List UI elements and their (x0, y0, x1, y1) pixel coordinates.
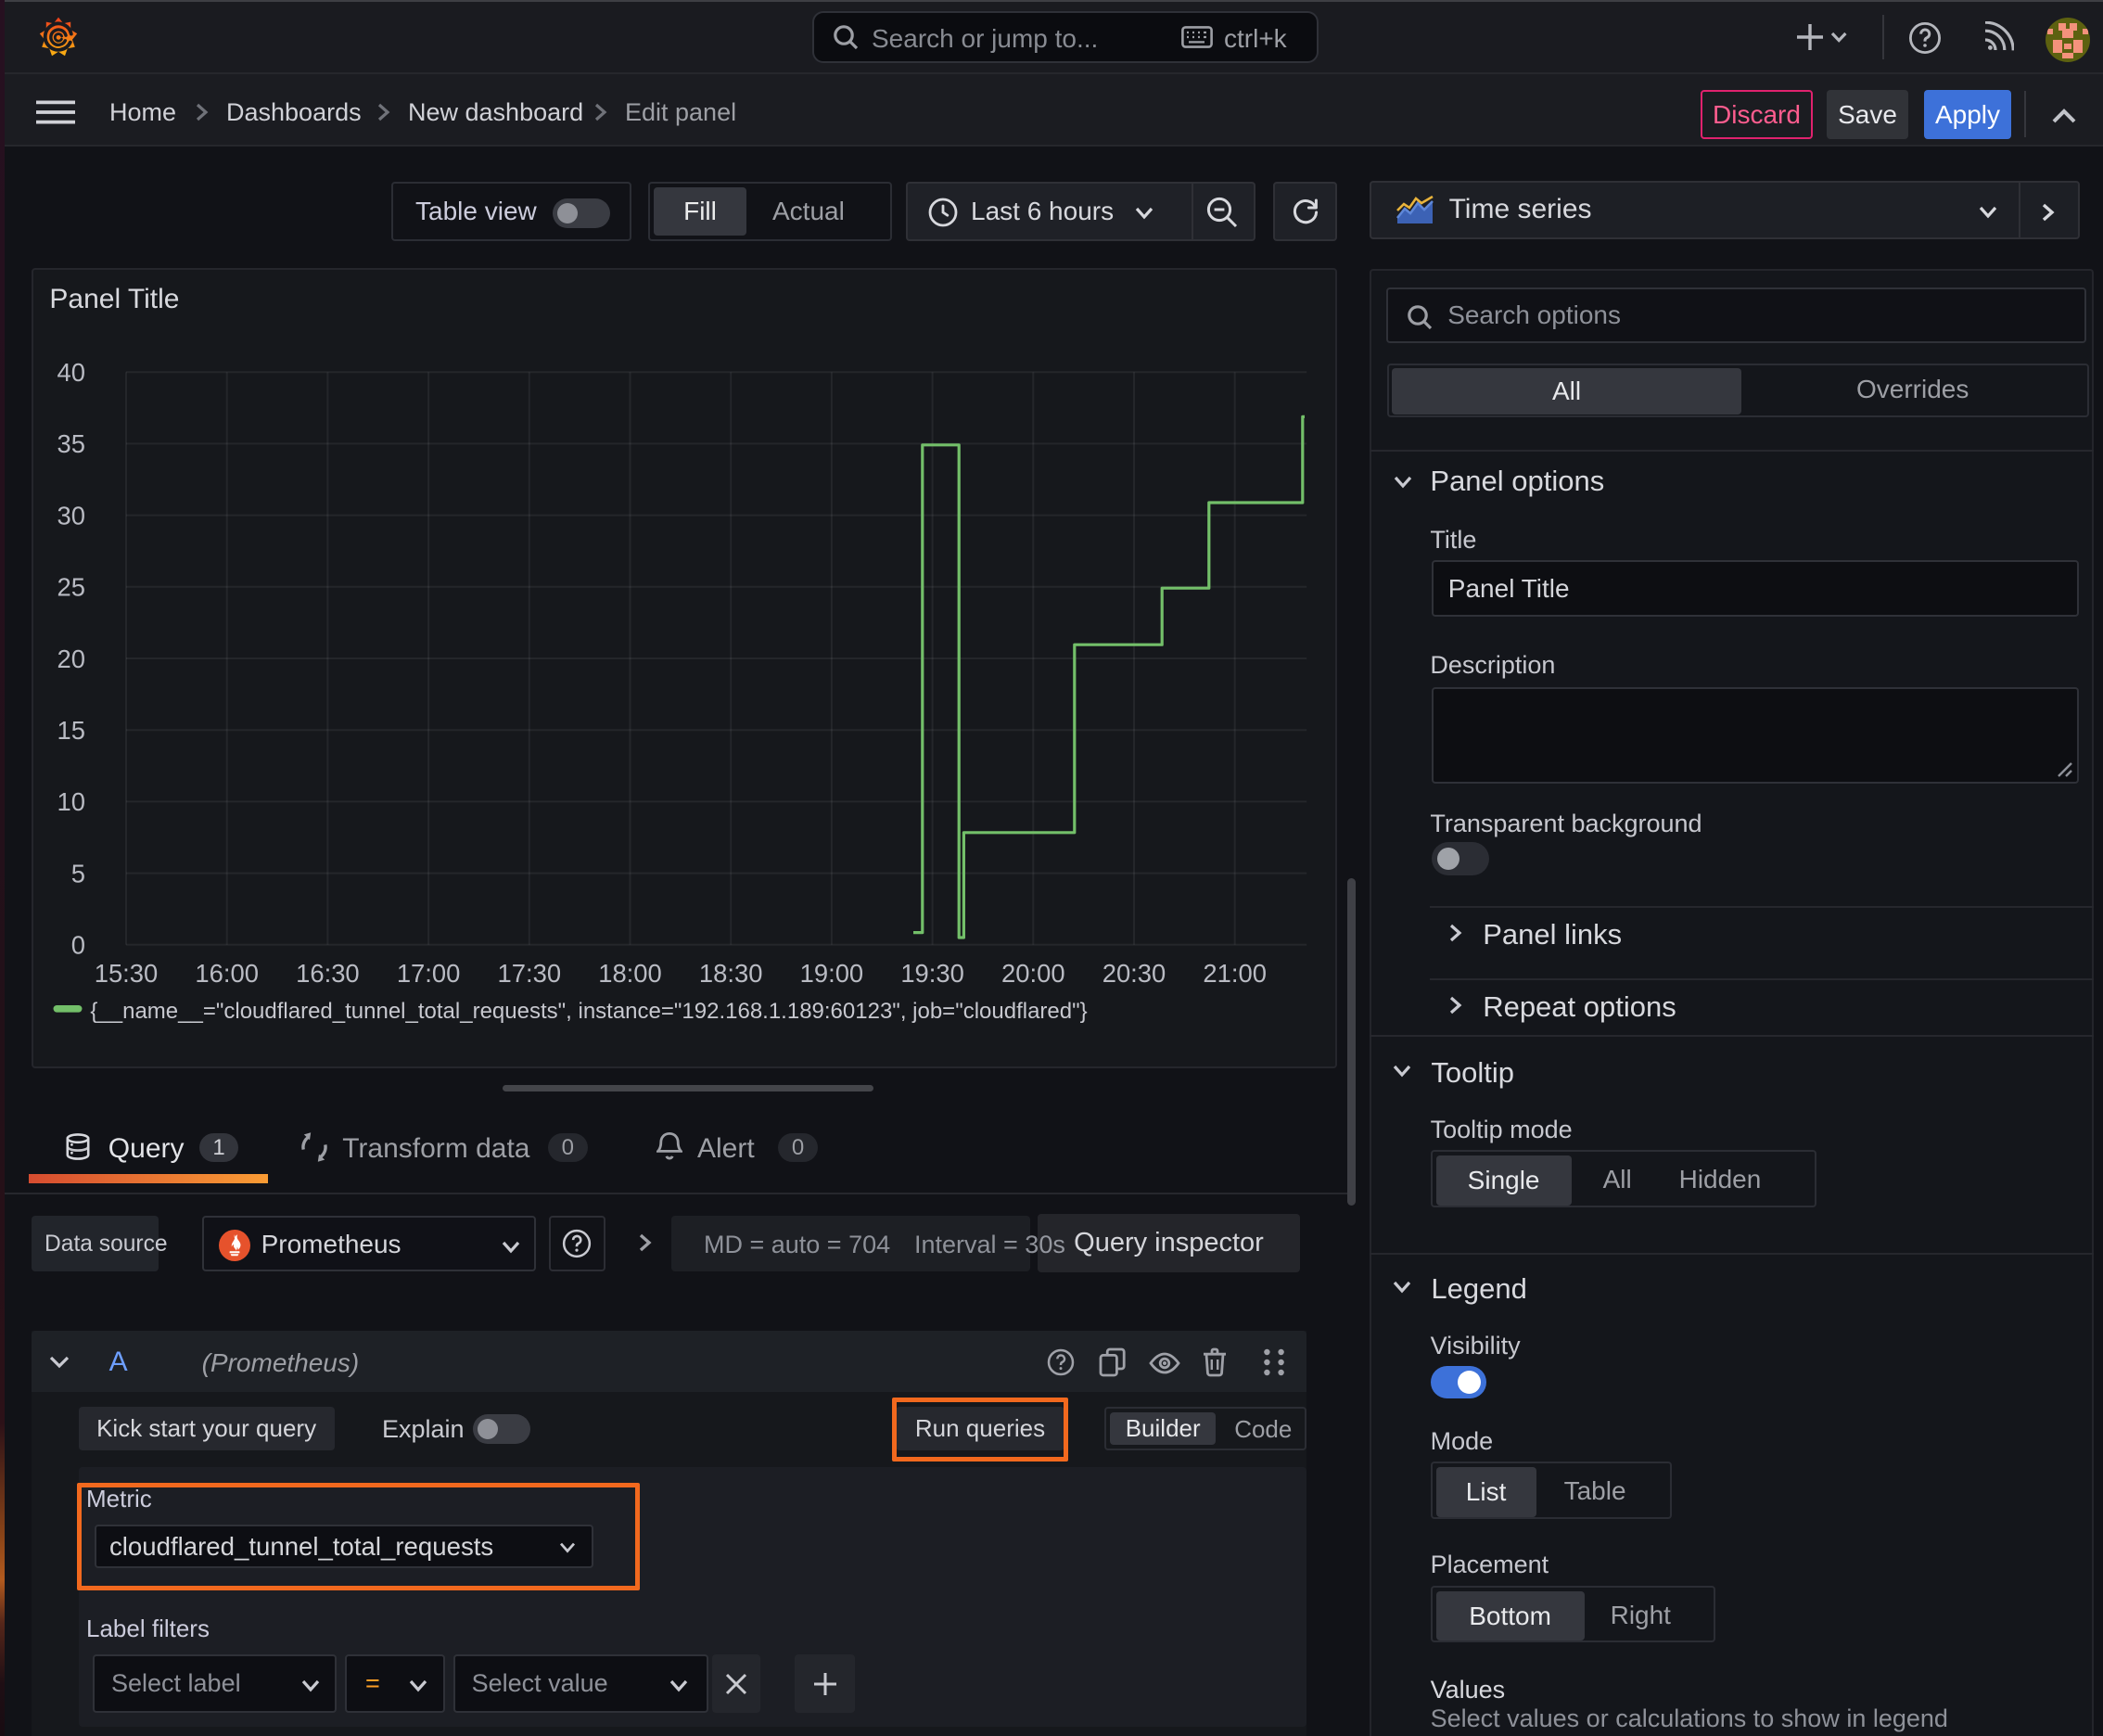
svg-text:35: 35 (57, 429, 84, 458)
svg-text:0: 0 (70, 931, 84, 960)
svg-text:15: 15 (57, 716, 84, 745)
svg-text:20:30: 20:30 (1102, 959, 1166, 988)
svg-text:{__name__="cloudflared_tunnel_: {__name__="cloudflared_tunnel_total_requ… (90, 999, 1087, 1024)
svg-text:18:00: 18:00 (598, 959, 662, 988)
svg-text:25: 25 (57, 573, 84, 602)
svg-text:20: 20 (57, 645, 84, 673)
svg-text:10: 10 (57, 787, 84, 816)
svg-text:19:00: 19:00 (799, 959, 863, 988)
svg-text:40: 40 (57, 358, 84, 387)
svg-text:16:00: 16:00 (195, 959, 259, 988)
svg-text:17:00: 17:00 (396, 959, 460, 988)
svg-text:21:00: 21:00 (1203, 959, 1267, 988)
svg-text:20:00: 20:00 (1001, 959, 1065, 988)
svg-text:17:30: 17:30 (497, 959, 561, 988)
svg-text:15:30: 15:30 (94, 959, 158, 988)
svg-text:5: 5 (70, 859, 84, 887)
svg-text:30: 30 (57, 501, 84, 530)
svg-text:19:30: 19:30 (900, 959, 964, 988)
svg-text:16:30: 16:30 (296, 959, 360, 988)
svg-text:18:30: 18:30 (699, 959, 763, 988)
